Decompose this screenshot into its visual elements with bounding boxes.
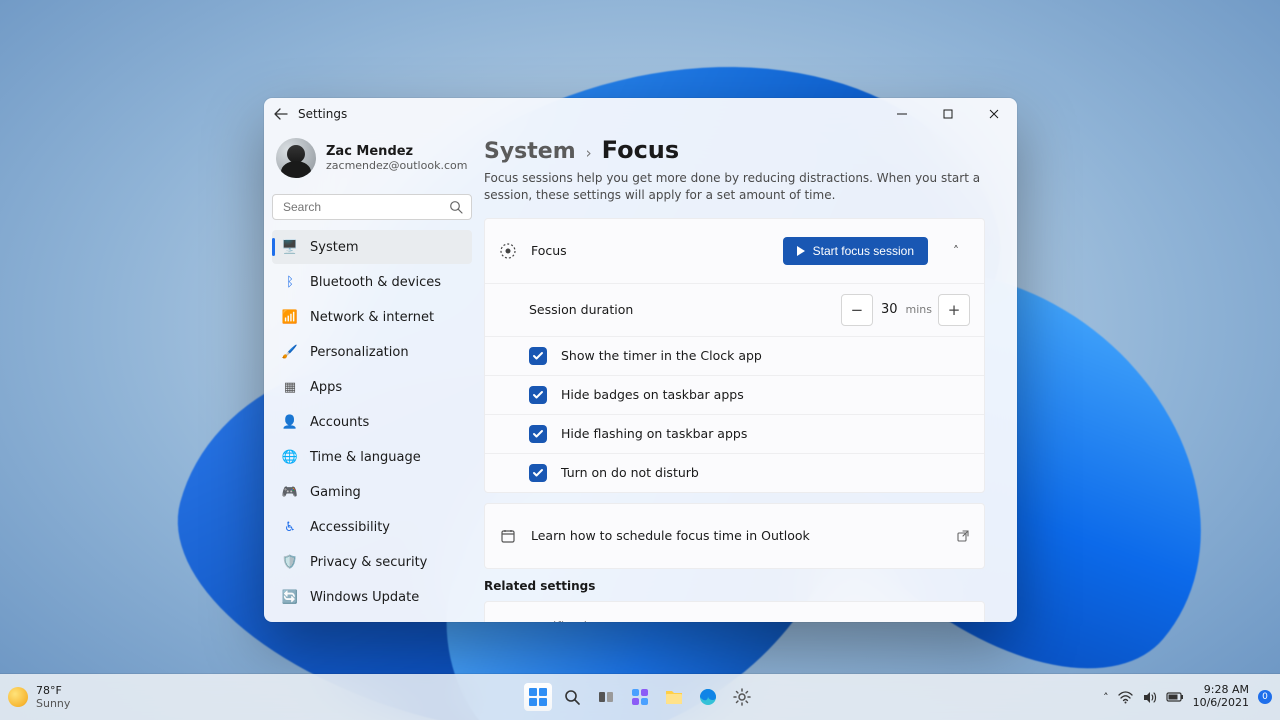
start-focus-button[interactable]: Start focus session [783, 237, 928, 265]
duration-unit: mins [906, 303, 932, 316]
sidebar-item-bluetooth[interactable]: ᛒBluetooth & devices [272, 265, 472, 299]
globe-icon: 🌐 [282, 449, 298, 465]
notifications-title: Notifications [531, 619, 951, 622]
grid-icon: ▦ [282, 379, 298, 395]
titlebar: Settings [264, 98, 1017, 130]
wifi-tray-icon[interactable] [1118, 690, 1133, 705]
nav: 🖥️System ᛒBluetooth & devices 📶Network &… [272, 230, 472, 614]
account-email: zacmendez@outlook.com [326, 159, 467, 172]
breadcrumb: System › Focus [484, 136, 985, 164]
maximize-button[interactable] [925, 98, 971, 130]
sidebar-item-time[interactable]: 🌐Time & language [272, 440, 472, 474]
settings-button[interactable] [728, 683, 756, 711]
page-description: Focus sessions help you get more done by… [484, 170, 985, 204]
checkbox-checked-icon[interactable] [529, 386, 547, 404]
duration-stepper: − 30 mins + [841, 294, 970, 326]
person-icon: 👤 [282, 414, 298, 430]
taskbar-center [524, 683, 756, 711]
explorer-button[interactable] [660, 683, 688, 711]
focus-header-row[interactable]: Focus Start focus session ˄ [485, 219, 984, 283]
focus-label: Focus [531, 243, 769, 258]
checkbox-checked-icon[interactable] [529, 347, 547, 365]
decrease-button[interactable]: − [841, 294, 873, 326]
taskbar[interactable]: 78°F Sunny ˄ 9:28 AM 10/6/2021 0 [0, 674, 1280, 720]
search-icon [449, 200, 463, 214]
external-link-icon [956, 529, 970, 543]
focus-icon [499, 242, 517, 260]
shield-icon: 🛡️ [282, 554, 298, 570]
widgets-button[interactable] [626, 683, 654, 711]
weather-widget[interactable]: 78°F Sunny [8, 674, 70, 720]
volume-tray-icon[interactable] [1142, 690, 1157, 705]
sidebar-item-update[interactable]: 🔄Windows Update [272, 580, 472, 614]
outlook-link-card[interactable]: Learn how to schedule focus time in Outl… [484, 503, 985, 569]
session-duration-row: Session duration − 30 mins + [485, 283, 984, 336]
option-hide-badges[interactable]: Hide badges on taskbar apps [485, 375, 984, 414]
close-button[interactable] [971, 98, 1017, 130]
search-button[interactable] [558, 683, 586, 711]
search-input[interactable] [281, 199, 449, 215]
account-card[interactable]: Zac Mendez zacmendez@outlook.com [272, 134, 472, 186]
avatar [276, 138, 316, 178]
system-tray[interactable]: ˄ 9:28 AM 10/6/2021 0 [1103, 674, 1272, 720]
sidebar-item-gaming[interactable]: 🎮Gaming [272, 475, 472, 509]
weather-sky: Sunny [36, 697, 70, 710]
back-arrow-icon [274, 107, 288, 121]
minimize-button[interactable] [879, 98, 925, 130]
calendar-icon [499, 528, 517, 544]
checkbox-checked-icon[interactable] [529, 425, 547, 443]
increase-button[interactable]: + [938, 294, 970, 326]
display-icon: 🖥️ [282, 239, 298, 255]
brush-icon: 🖌️ [282, 344, 298, 360]
page-title: Focus [602, 136, 680, 164]
account-name: Zac Mendez [326, 144, 467, 159]
sidebar-item-network[interactable]: 📶Network & internet [272, 300, 472, 334]
sidebar-item-apps[interactable]: ▦Apps [272, 370, 472, 404]
bluetooth-icon: ᛒ [282, 274, 298, 290]
game-icon: 🎮 [282, 484, 298, 500]
notification-badge[interactable]: 0 [1258, 690, 1272, 704]
play-icon [797, 246, 805, 256]
search-box[interactable] [272, 194, 472, 220]
sidebar-item-system[interactable]: 🖥️System [272, 230, 472, 264]
content: System › Focus Focus sessions help you g… [480, 130, 1017, 622]
sidebar-item-privacy[interactable]: 🛡️Privacy & security [272, 545, 472, 579]
notifications-card[interactable]: Notifications Mute notifications, alerts… [484, 601, 985, 622]
clock[interactable]: 9:28 AM 10/6/2021 [1193, 684, 1249, 709]
sidebar-item-personalization[interactable]: 🖌️Personalization [272, 335, 472, 369]
breadcrumb-root[interactable]: System [484, 139, 576, 164]
outlook-link-label: Learn how to schedule focus time in Outl… [531, 528, 942, 543]
window-title: Settings [298, 107, 347, 121]
sidebar-item-accessibility[interactable]: ♿Accessibility [272, 510, 472, 544]
checkbox-checked-icon[interactable] [529, 464, 547, 482]
wifi-icon: 📶 [282, 309, 298, 325]
task-view-button[interactable] [592, 683, 620, 711]
chevron-right-icon: › [586, 144, 592, 162]
battery-tray-icon[interactable] [1166, 691, 1184, 703]
sidebar-item-accounts[interactable]: 👤Accounts [272, 405, 472, 439]
option-show-timer[interactable]: Show the timer in the Clock app [485, 336, 984, 375]
back-button[interactable] [264, 107, 298, 121]
option-hide-flashing[interactable]: Hide flashing on taskbar apps [485, 414, 984, 453]
duration-value: 30 [879, 302, 900, 317]
sidebar: Zac Mendez zacmendez@outlook.com 🖥️Syste… [264, 130, 480, 622]
related-settings-title: Related settings [484, 579, 985, 593]
option-dnd[interactable]: Turn on do not disturb [485, 453, 984, 492]
tray-overflow-icon[interactable]: ˄ [1103, 691, 1109, 704]
accessibility-icon: ♿ [282, 519, 298, 535]
update-icon: 🔄 [282, 589, 298, 605]
session-duration-label: Session duration [529, 302, 633, 317]
settings-window: Settings Zac Mendez zacmendez@outlook.co… [264, 98, 1017, 622]
weather-temp: 78°F [36, 684, 70, 697]
edge-button[interactable] [694, 683, 722, 711]
start-button[interactable] [524, 683, 552, 711]
collapse-toggle[interactable]: ˄ [942, 244, 970, 258]
focus-card: Focus Start focus session ˄ Session dura… [484, 218, 985, 493]
sun-icon [8, 687, 28, 707]
